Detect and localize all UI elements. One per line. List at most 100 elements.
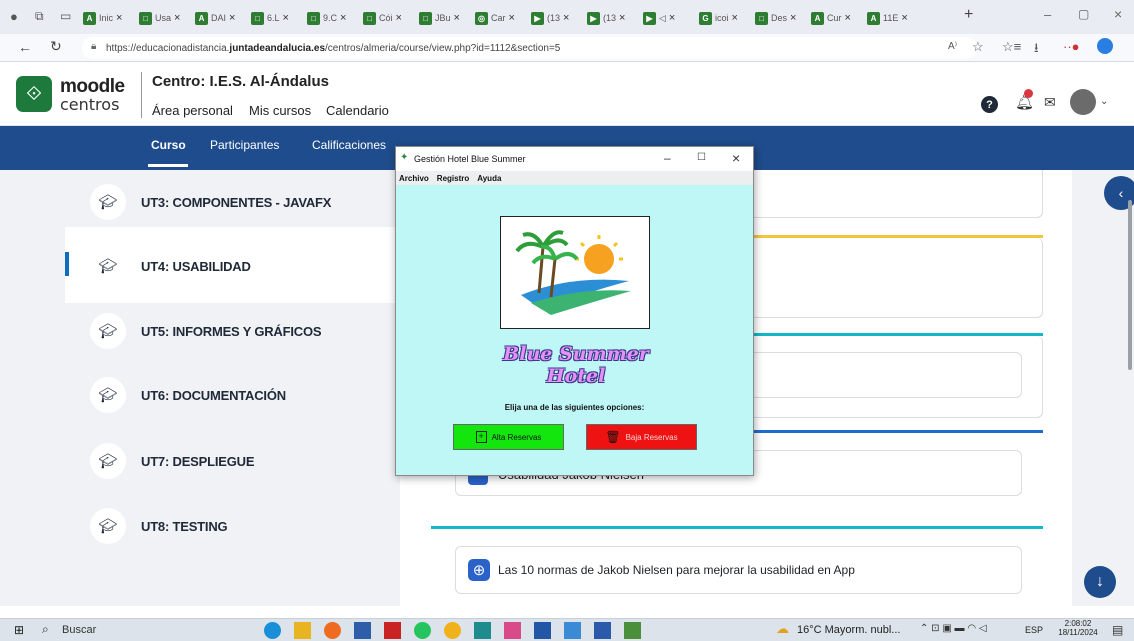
browser-tab[interactable]: ▶ (13 ×	[531, 8, 569, 28]
slack-icon[interactable]	[504, 622, 521, 639]
menu-ayuda[interactable]: Ayuda	[477, 174, 501, 183]
scroll-down-icon[interactable]: ↓	[1084, 566, 1116, 598]
taskbar-search[interactable]: Buscar	[62, 624, 96, 636]
language-indicator[interactable]: ESP	[1025, 625, 1043, 635]
app-icon[interactable]	[474, 622, 491, 639]
tab-close-icon[interactable]: ×	[454, 12, 460, 24]
weather-text[interactable]: 16°C Mayorm. nubl...	[797, 624, 900, 636]
tab-close-icon[interactable]: ×	[619, 12, 625, 24]
tab-close-icon[interactable]: ×	[509, 12, 515, 24]
menu-archivo[interactable]: Archivo	[399, 174, 429, 183]
tab-close-icon[interactable]: ×	[790, 12, 796, 24]
unit-item[interactable]: 🎓︎ UT7: DESPLIEGUE	[90, 441, 400, 481]
app-icon[interactable]	[534, 622, 551, 639]
unit-item[interactable]: 🎓︎ UT6: DOCUMENTACIÓN	[90, 375, 400, 415]
tab-close-icon[interactable]: ×	[229, 12, 235, 24]
tab-close-icon[interactable]: ×	[901, 12, 907, 24]
windows-start-icon[interactable]: ⊞	[14, 623, 24, 637]
menu-registro[interactable]: Registro	[437, 174, 469, 183]
photos-icon[interactable]	[564, 622, 581, 639]
url-field[interactable]: 🔒︎ https://educacionadistancia. juntadean…	[82, 37, 977, 59]
new-tab-icon[interactable]: +	[964, 6, 973, 24]
reload-icon[interactable]: ↻	[50, 38, 62, 55]
tab-close-icon[interactable]: ×	[116, 12, 122, 24]
browser-tab[interactable]: A Cur ×	[811, 8, 851, 28]
chrome-icon[interactable]	[444, 622, 461, 639]
restore-icon[interactable]: ▢	[1078, 7, 1089, 21]
read-aloud-icon[interactable]: A⁾	[948, 41, 957, 52]
browser-tab[interactable]: □ Usa ×	[139, 8, 180, 28]
tab-participantes[interactable]: Participantes	[210, 138, 279, 152]
favorites-bar-icon[interactable]: ☆≡	[1002, 39, 1021, 55]
tab-close-icon[interactable]: ×	[845, 12, 851, 24]
link-calendario[interactable]: Calendario	[326, 103, 389, 118]
alta-reservas-button[interactable]: + Alta Reservas	[453, 424, 564, 450]
browser-tab[interactable]: A DAI ×	[195, 8, 235, 28]
profile-icon[interactable]: ●	[10, 9, 18, 24]
tab-calificaciones[interactable]: Calificaciones	[312, 138, 386, 152]
link-area-personal[interactable]: Área personal	[152, 103, 233, 118]
firefox-icon[interactable]	[324, 622, 341, 639]
dialog-close-icon[interactable]: ×	[732, 150, 740, 166]
collections-icon[interactable]: ⧉	[35, 9, 44, 24]
dialog-maximize-icon[interactable]: ☐	[697, 152, 706, 163]
messages-icon[interactable]: ✉	[1044, 94, 1056, 111]
word-icon[interactable]	[594, 622, 611, 639]
tab-close-icon[interactable]: ×	[340, 12, 346, 24]
help-icon[interactable]: ?	[981, 96, 998, 113]
moodle-logo-icon[interactable]: ⟐	[16, 76, 52, 112]
extensions-icon[interactable]: ··●	[1063, 39, 1080, 54]
clock-time: 2:08:02	[1064, 619, 1092, 628]
unit-item[interactable]: 🎓︎ UT4: USABILIDAD	[90, 246, 400, 286]
tab-close-icon[interactable]: ×	[396, 12, 402, 24]
browser-tab[interactable]: A Inic ×	[83, 8, 122, 28]
downloads-icon[interactable]: ⭳	[1034, 39, 1039, 61]
browser-tab[interactable]: Gicoi ×	[699, 8, 738, 28]
tab-close-icon[interactable]: ×	[732, 12, 738, 24]
browser-tab[interactable]: ◎ Car ×	[475, 8, 515, 28]
close-icon[interactable]: ×	[1114, 6, 1122, 22]
baja-reservas-button[interactable]: 🗑︎ Baja Reservas	[586, 424, 697, 450]
whatsapp-icon[interactable]	[414, 622, 431, 639]
tab-curso[interactable]: Curso	[151, 138, 186, 152]
tray-icons[interactable]: ⌃ ⊡ ▣ ▬ ◠ ◁	[920, 623, 987, 634]
clock[interactable]: 2:08:02 18/11/2024	[1058, 619, 1098, 637]
notification-center-icon[interactable]: ▤	[1112, 623, 1123, 637]
resource-link[interactable]: Las 10 normas de Jakob Nielsen para mejo…	[498, 563, 855, 577]
browser-tab[interactable]: □ 9.C ×	[307, 8, 346, 28]
tab-actions-icon[interactable]: ▭	[60, 9, 71, 23]
brand-centros: centros	[60, 95, 120, 114]
tab-close-icon[interactable]: ×	[669, 12, 675, 24]
page-scrollbar[interactable]	[1128, 200, 1132, 370]
java-app-icon[interactable]	[624, 622, 641, 639]
unit-item[interactable]: 🎓︎ UT3: COMPONENTES - JAVAFX	[90, 182, 400, 222]
favorite-icon[interactable]: ☆	[972, 39, 984, 55]
edge-icon[interactable]	[264, 622, 281, 639]
browser-tab[interactable]: ▶ ◁ ×	[643, 8, 675, 28]
browser-tab[interactable]: □ 6.L ×	[251, 8, 289, 28]
copilot-icon[interactable]	[1097, 38, 1113, 54]
url-path: /centros/almeria/course/view.php?id=1112…	[325, 42, 561, 54]
chevron-down-icon[interactable]: ⌄	[1100, 96, 1108, 107]
search-icon[interactable]: ⌕	[42, 622, 49, 637]
browser-tab[interactable]: □ Cói ×	[363, 8, 402, 28]
tab-close-icon[interactable]: ×	[174, 12, 180, 24]
browser-tab[interactable]: ▶ (13 ×	[587, 8, 625, 28]
browser-tab[interactable]: □ JBu ×	[419, 8, 460, 28]
tab-close-icon[interactable]: ×	[283, 12, 289, 24]
dialog-titlebar[interactable]: ✦ Gestión Hotel Blue Summer – ☐ ×	[396, 147, 753, 171]
activity-card[interactable]: ⊕ Las 10 normas de Jakob Nielsen para me…	[455, 546, 1022, 594]
browser-tab[interactable]: A 11E ×	[867, 8, 908, 28]
store-icon[interactable]	[354, 622, 371, 639]
minimize-icon[interactable]: –	[1044, 7, 1051, 22]
tab-close-icon[interactable]: ×	[563, 12, 569, 24]
unit-item[interactable]: 🎓︎ UT8: TESTING	[90, 506, 400, 546]
avatar[interactable]	[1070, 89, 1096, 115]
back-icon[interactable]: ←	[18, 39, 32, 55]
browser-tab[interactable]: □ Des ×	[755, 8, 796, 28]
link-mis-cursos[interactable]: Mis cursos	[249, 103, 311, 118]
unit-item[interactable]: 🎓︎ UT5: INFORMES Y GRÁFICOS	[90, 311, 400, 351]
file-explorer-icon[interactable]	[294, 622, 311, 639]
netbeans-icon[interactable]	[384, 622, 401, 639]
dialog-minimize-icon[interactable]: –	[664, 151, 671, 165]
